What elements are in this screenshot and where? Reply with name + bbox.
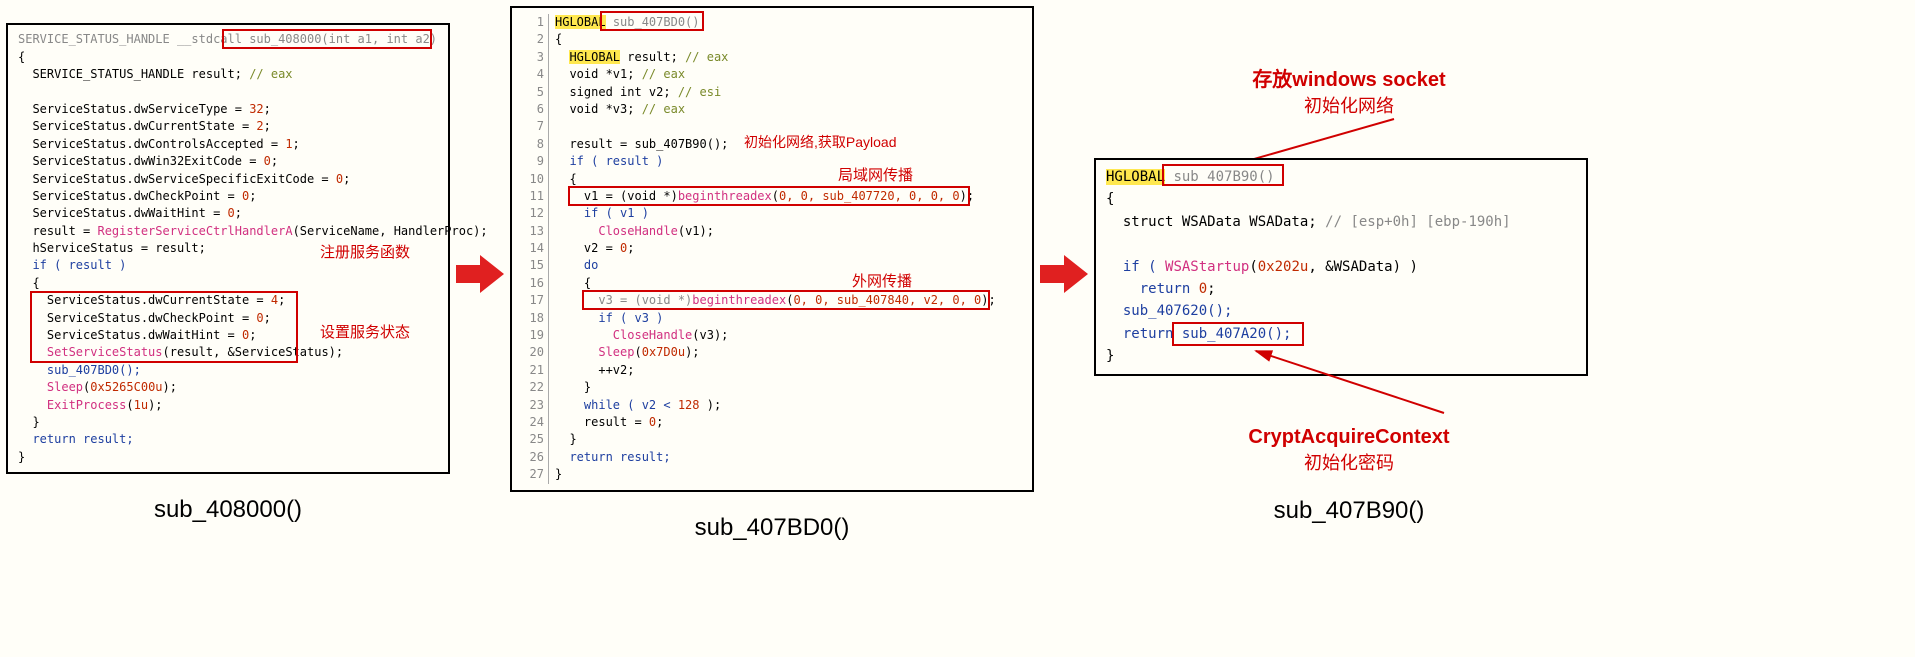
caption-3: sub_407B90() — [1094, 497, 1604, 525]
panel-1: SERVICE_STATUS_HANDLE __stdcall sub_4080… — [6, 23, 450, 524]
code-2: 1HGLOBAL sub_407BD0() 2{ 3 HGLOBAL resul… — [512, 8, 1032, 490]
annot-wsock-sub: 初始化网络 — [1094, 92, 1604, 118]
arrow-1 — [456, 249, 504, 299]
arrow-2 — [1040, 249, 1088, 299]
code-1: SERVICE_STATUS_HANDLE __stdcall sub_4080… — [8, 25, 448, 472]
code-3: HGLOBAL sub_407B90() { struct WSAData WS… — [1096, 160, 1586, 374]
diagram-row: SERVICE_STATUS_HANDLE __stdcall sub_4080… — [6, 6, 1909, 542]
annot-wsock-bold: 存放windows socket — [1094, 63, 1604, 92]
code-window-3: HGLOBAL sub_407B90() { struct WSAData WS… — [1094, 158, 1588, 376]
annot-crypt-bold: CryptAcquireContext — [1094, 426, 1604, 449]
code-window-2: 1HGLOBAL sub_407BD0() 2{ 3 HGLOBAL resul… — [510, 6, 1034, 492]
panel-2: 1HGLOBAL sub_407BD0() 2{ 3 HGLOBAL resul… — [510, 6, 1034, 542]
code-window-1: SERVICE_STATUS_HANDLE __stdcall sub_4080… — [6, 23, 450, 474]
caption-2: sub_407BD0() — [695, 514, 850, 542]
caption-1: sub_408000() — [154, 496, 302, 524]
panel-3-stack: 存放windows socket 初始化网络 HGLOBAL sub_407B9… — [1094, 23, 1604, 525]
annot-crypt-sub: 初始化密码 — [1094, 449, 1604, 475]
